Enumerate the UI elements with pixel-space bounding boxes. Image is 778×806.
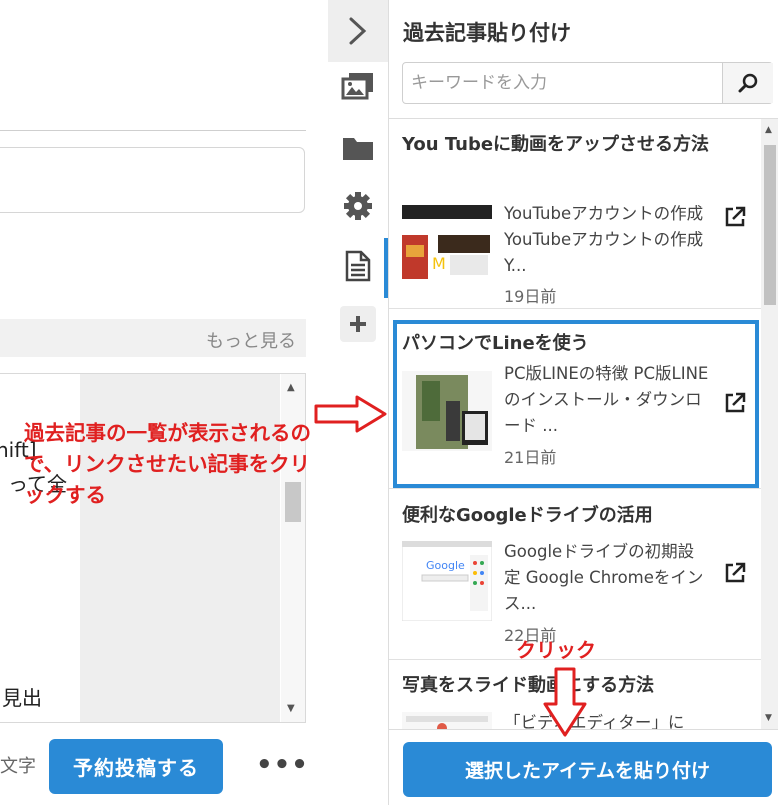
- search-input[interactable]: [403, 63, 721, 103]
- article-title: 便利なGoogleドライブの活用: [402, 505, 653, 526]
- article-thumbnail: Google: [402, 541, 492, 621]
- article-title: You Tubeに動画をアップさせる方法: [402, 134, 710, 155]
- folder-icon[interactable]: [328, 128, 388, 168]
- external-link-icon[interactable]: [723, 205, 747, 229]
- svg-text:M: M: [432, 254, 446, 273]
- scroll-down-arrow-icon[interactable]: ▼: [765, 713, 772, 723]
- paste-bar: 選択したアイテムを貼り付け: [389, 729, 778, 806]
- list-scrollbar[interactable]: ▲ ▼: [761, 119, 778, 729]
- article-excerpt: YouTubeアカウントの作成 YouTubeアカウントの作成 Y...: [504, 204, 704, 275]
- panel-title: 過去記事貼り付け: [403, 21, 571, 45]
- schedule-post-button[interactable]: 予約投稿する: [49, 739, 223, 794]
- scroll-up-arrow-icon[interactable]: ▲: [287, 382, 295, 393]
- search-box: [402, 62, 773, 104]
- list-item[interactable]: You Tubeに動画をアップさせる方法 M YouTubeアカウントの作成 Y…: [389, 119, 761, 309]
- right-arrow-icon: [314, 395, 387, 433]
- gear-icon[interactable]: [328, 186, 388, 226]
- images-icon[interactable]: [328, 66, 388, 106]
- plus-icon[interactable]: [340, 306, 376, 342]
- selection-highlight: [393, 320, 759, 488]
- scrollbar-thumb[interactable]: [764, 145, 776, 305]
- annotation-note: 過去記事の一覧が表示されるので、リンクさせたい記事をクリックする: [24, 421, 311, 507]
- text-fragment: 見出: [2, 686, 42, 710]
- document-icon[interactable]: [328, 246, 388, 286]
- more-options-icon[interactable]: •••: [256, 750, 309, 780]
- svg-text:Google: Google: [426, 559, 465, 572]
- more-bar: もっと見る: [0, 319, 306, 357]
- article-date: 19日前: [504, 287, 557, 306]
- editor-divider: [0, 130, 306, 131]
- external-link-icon[interactable]: [723, 561, 747, 585]
- click-annotation: クリック: [516, 638, 596, 662]
- article-thumbnail: [402, 712, 492, 729]
- scroll-up-arrow-icon[interactable]: ▲: [765, 125, 772, 135]
- search-button[interactable]: [722, 63, 773, 103]
- post-title-input[interactable]: [0, 147, 305, 213]
- paste-selected-button[interactable]: 選択したアイテムを貼り付け: [403, 742, 772, 797]
- search-icon: [738, 73, 758, 93]
- article-excerpt: 「ビデオエディター」に: [504, 713, 685, 729]
- more-link[interactable]: もっと見る: [206, 327, 296, 353]
- article-excerpt: Googleドライブの初期設定 Google Chromeをインス...: [504, 542, 704, 613]
- scroll-down-arrow-icon[interactable]: ▼: [287, 703, 295, 714]
- article-thumbnail: M: [402, 205, 492, 285]
- char-count-label: 文字: [0, 756, 36, 777]
- down-arrow-icon: [543, 667, 587, 737]
- chevron-right-icon[interactable]: [328, 0, 388, 62]
